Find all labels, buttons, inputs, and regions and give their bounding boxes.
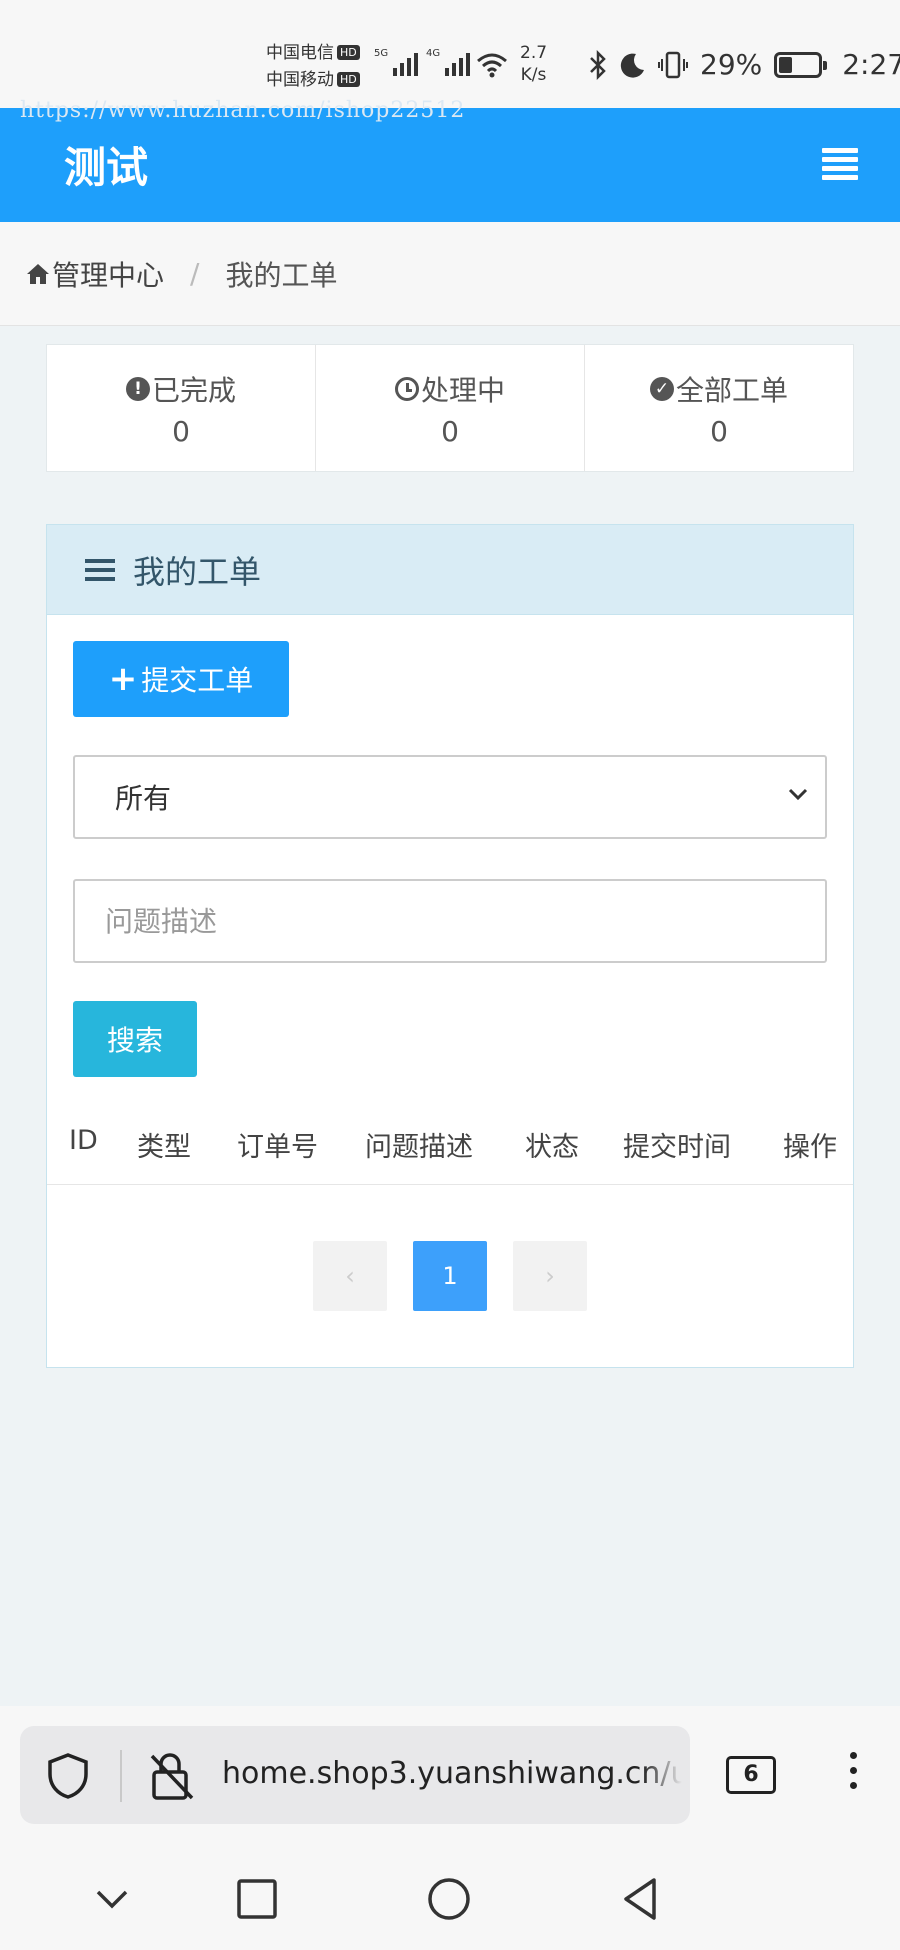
pager-page-1[interactable]: 1 [413, 1241, 487, 1311]
signal-5g-icon: 5G [374, 48, 419, 76]
stat-label: 已完成 [151, 373, 236, 407]
pager-prev-button[interactable]: ‹ [313, 1241, 387, 1311]
home-icon [27, 263, 49, 284]
clock-icon [394, 376, 419, 401]
home-circle-icon[interactable] [426, 1876, 472, 1922]
unlocked-icon[interactable] [148, 1750, 196, 1802]
battery-icon [774, 51, 828, 78]
stat-processing[interactable]: 处理中 0 [316, 345, 585, 471]
status-right: 29% 2:27 [588, 48, 900, 81]
site-title: 测试 [64, 143, 149, 192]
shield-icon[interactable] [46, 1752, 90, 1800]
table-header: ID 类型 订单号 问题描述 状态 提交时间 操作 [47, 1095, 853, 1185]
breadcrumb-current: 我的工单 [225, 258, 338, 292]
address-bar[interactable]: home.shop3.yuanshiwang.cn/user [20, 1726, 690, 1824]
browser-toolbar: home.shop3.yuanshiwang.cn/user 6 [0, 1706, 900, 1950]
ticket-panel: 我的工单 + 提交工单 所有 搜索 ID 类型 订单号 问题描述 状态 提交时间… [46, 524, 854, 1368]
status-bar: 中国电信 HD 中国移动 HD 5G 4G 2.7 K/s 29% 2:27 [0, 0, 900, 108]
collapse-chevron-icon[interactable] [94, 1888, 130, 1912]
vibrate-icon [658, 51, 688, 78]
tab-count-button[interactable]: 6 [726, 1756, 776, 1794]
list-icon [85, 554, 115, 586]
carrier-2: 中国移动 [266, 70, 334, 90]
hd-badge: HD [337, 72, 360, 87]
chevron-down-icon [788, 788, 808, 801]
hd-badge: HD [337, 45, 360, 60]
carrier-info: 中国电信 HD 中国移动 HD [266, 40, 360, 94]
panel-title: 我的工单 [133, 552, 262, 591]
check-circle-icon: ✓ [649, 376, 674, 401]
col-order-number: 订单号 [237, 1132, 318, 1163]
back-triangle-icon[interactable] [620, 1876, 660, 1922]
description-search-input[interactable] [73, 879, 827, 963]
submit-ticket-label: 提交工单 [141, 664, 254, 697]
col-status: 状态 [525, 1132, 579, 1163]
stat-value: 0 [172, 414, 190, 448]
signal-4g-icon: 4G [426, 48, 471, 76]
breadcrumb-separator: / [190, 257, 200, 290]
stat-value: 0 [710, 414, 728, 448]
carrier-1: 中国电信 [266, 43, 334, 63]
clock-time: 2:27 [842, 48, 900, 81]
plus-icon: + [108, 659, 138, 699]
bluetooth-icon [590, 49, 606, 80]
search-button[interactable]: 搜索 [73, 1001, 197, 1077]
col-description: 问题描述 [365, 1132, 473, 1163]
exclamation-circle-icon: ! [125, 376, 150, 401]
stat-value: 0 [441, 414, 459, 448]
col-actions: 操作 [783, 1132, 837, 1163]
stat-completed[interactable]: ! 已完成 0 [47, 345, 316, 471]
ticket-stats: ! 已完成 0 处理中 0 ✓ 全部工单 0 [46, 344, 854, 472]
hamburger-icon[interactable] [822, 148, 858, 180]
stat-label: 处理中 [420, 373, 505, 407]
watermark: https://www.huzhan.com/ishop22512 [20, 98, 466, 123]
status-filter-select[interactable]: 所有 [73, 755, 827, 839]
battery-percent: 29% [700, 48, 763, 81]
breadcrumb: 管理中心 / 我的工单 [0, 222, 900, 326]
more-options-icon[interactable] [850, 1752, 858, 1797]
select-value: 所有 [115, 782, 172, 815]
address-divider [120, 1750, 122, 1802]
url-text[interactable]: home.shop3.yuanshiwang.cn/user [222, 1756, 682, 1791]
stat-all[interactable]: ✓ 全部工单 0 [585, 345, 853, 471]
app-header: 测试 [0, 108, 900, 222]
submit-ticket-button[interactable]: + 提交工单 [73, 641, 289, 717]
moon-icon [620, 53, 644, 78]
network-speed: 2.7 K/s [520, 43, 548, 85]
pager-next-button[interactable]: › [513, 1241, 587, 1311]
stat-label: 全部工单 [675, 373, 788, 407]
wifi-icon [477, 53, 507, 78]
panel-header: 我的工单 [47, 525, 853, 615]
col-type: 类型 [137, 1132, 191, 1163]
col-submit-time: 提交时间 [623, 1132, 731, 1163]
recent-apps-icon[interactable] [236, 1878, 278, 1920]
breadcrumb-home-link[interactable]: 管理中心 [52, 254, 164, 294]
col-id: ID [69, 1125, 98, 1156]
system-nav-bar [0, 1856, 900, 1950]
